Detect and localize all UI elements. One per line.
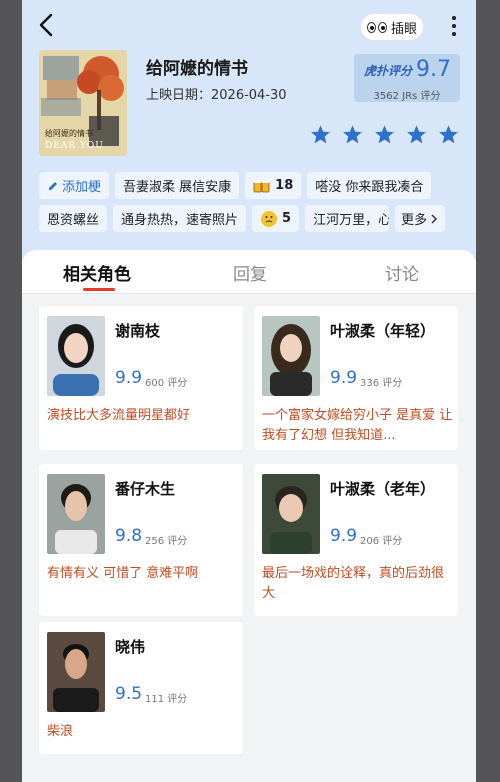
top-bar: 插眼 <box>22 0 476 48</box>
character-card[interactable]: 叶淑柔（年轻） 9.9 336 评分 一个富家女嫁给穷小子 是真爱 让我有了幻想… <box>254 306 458 450</box>
meme-reaction-tag[interactable]: 18 <box>245 172 302 199</box>
meme-tag-label: 嗒没 你来跟我凑合 <box>315 180 424 195</box>
character-name: 叶淑柔（年轻） <box>330 322 436 340</box>
meme-tag[interactable]: 通身热热，速寄照片 <box>113 205 247 232</box>
character-score: 9.9 <box>115 368 143 388</box>
character-grid: 谢南枝 9.9 600 评分 演技比大多流量明星都好 叶淑柔（年轻） 9.9 3… <box>22 294 476 782</box>
poster-art: 给阿嬷的情书 DEAR YOU <box>39 50 127 156</box>
tab-replies[interactable]: 回复 <box>233 260 267 285</box>
character-card[interactable]: 番仔木生 9.8 256 评分 有情有义 可惜了 意难平啊 <box>39 464 243 616</box>
add-meme-label: 添加梗 <box>62 180 102 195</box>
character-name: 番仔木生 <box>115 480 176 498</box>
character-card[interactable]: 晓伟 9.5 111 评分 柴浪 <box>39 622 243 754</box>
character-score: 9.9 <box>330 526 358 546</box>
reaction-count: 5 <box>282 211 292 226</box>
release-date: 上映日期：2026-04-30 <box>146 88 287 103</box>
tab-characters[interactable]: 相关角色 <box>63 260 131 285</box>
tag-row: 恩资螺丝 通身热热，速寄照片 5 江河万里，心 更多 <box>39 205 476 232</box>
movie-title: 给阿嬷的情书 <box>146 59 248 79</box>
thinking-emoji-icon <box>261 210 278 227</box>
star-icon <box>407 125 426 144</box>
poster-caption: DEAR YOU <box>45 141 104 151</box>
star-icon <box>439 125 458 144</box>
star-rating <box>310 124 459 145</box>
character-quote: 最后一场戏的诠释，真的后劲很大 <box>262 566 445 601</box>
meme-tag[interactable]: 吾妻淑柔 展信安康 <box>115 172 240 199</box>
tab-bar: 相关角色 回复 讨论 <box>22 250 476 294</box>
character-card[interactable]: 谢南枝 9.9 600 评分 演技比大多流量明星都好 <box>39 306 243 450</box>
character-photo <box>262 474 320 554</box>
character-rating-count: 111 评分 <box>145 694 188 705</box>
score-count: 3562 JRs 评分 <box>373 91 441 102</box>
active-tab-indicator <box>83 288 115 291</box>
character-rating-count: 206 评分 <box>360 536 403 547</box>
character-photo <box>47 474 105 554</box>
svg-text:给阿嬷的情书: 给阿嬷的情书 <box>45 128 93 138</box>
character-quote: 演技比大多流量明星都好 <box>47 408 191 423</box>
left-background <box>0 0 22 782</box>
meme-tag[interactable]: 江河万里，心 <box>305 205 390 232</box>
more-options-icon[interactable] <box>446 14 462 38</box>
character-score: 9.8 <box>115 526 143 546</box>
star-icon <box>311 125 330 144</box>
character-name: 晓伟 <box>115 638 146 656</box>
meme-reaction-tag[interactable]: 5 <box>252 205 300 232</box>
overall-score: 9.7 <box>416 57 451 82</box>
character-card[interactable]: 叶淑柔（老年） 9.9 206 评分 最后一场戏的诠释，真的后劲很大 <box>254 464 458 616</box>
character-photo <box>47 316 105 396</box>
meme-tag-label: 吾妻淑柔 展信安康 <box>123 180 232 195</box>
score-box[interactable]: 虎扑评分 9.7 3562 JRs 评分 <box>354 54 460 102</box>
meme-tag-label: 江河万里，心 <box>313 213 390 228</box>
character-rating-count: 600 评分 <box>145 378 188 389</box>
character-rating-count: 256 评分 <box>145 536 188 547</box>
pencil-icon <box>49 181 57 190</box>
more-tags-label: 更多 <box>401 213 428 228</box>
chevron-right-icon <box>431 213 438 224</box>
character-quote: 一个富家女嫁给穷小子 是真爱 让我有了幻想 但我知道... <box>262 408 453 443</box>
cheers-emoji-icon <box>253 179 270 192</box>
character-quote: 柴浪 <box>47 724 74 739</box>
character-score: 9.9 <box>330 368 358 388</box>
bookmark-eye-button[interactable]: 插眼 <box>361 14 423 40</box>
add-meme-button[interactable]: 添加梗 <box>39 172 110 199</box>
meme-tags: 添加梗 吾妻淑柔 展信安康 18 嗒没 你来跟我凑合 恩资螺丝 通身热热，速寄照… <box>39 172 476 238</box>
star-icon <box>343 125 362 144</box>
character-name: 谢南枝 <box>115 322 161 340</box>
meme-tag-label: 通身热热，速寄照片 <box>121 213 239 228</box>
meme-tag-label: 恩资螺丝 <box>47 213 100 228</box>
eye-button-label: 插眼 <box>390 21 417 37</box>
meme-tag[interactable]: 恩资螺丝 <box>39 205 108 232</box>
character-photo <box>47 632 105 712</box>
character-rating-count: 336 评分 <box>360 378 403 389</box>
right-background <box>476 0 500 782</box>
character-name: 叶淑柔（老年） <box>330 480 436 498</box>
reaction-count: 18 <box>275 178 294 193</box>
eyes-icon <box>366 21 387 33</box>
hupu-score-logo: 虎扑评分 <box>364 64 413 78</box>
meme-tag[interactable]: 嗒没 你来跟我凑合 <box>307 172 432 199</box>
more-tags-button[interactable]: 更多 <box>395 205 446 232</box>
movie-poster[interactable]: 给阿嬷的情书 DEAR YOU <box>39 50 127 156</box>
back-arrow-icon[interactable] <box>36 12 58 38</box>
character-quote: 有情有义 可惜了 意难平啊 <box>47 566 199 581</box>
movie-detail-screen: 插眼 给阿嬷的情书 DEAR YOU 给阿嬷的情书 上映日期：2026-04-3… <box>22 0 476 782</box>
tag-row: 添加梗 吾妻淑柔 展信安康 18 嗒没 你来跟我凑合 <box>39 172 476 199</box>
content-card: 相关角色 回复 讨论 谢南枝 9.9 600 评分 演技比大多流量明星都好 叶淑… <box>22 250 476 782</box>
star-icon <box>375 125 394 144</box>
character-photo <box>262 316 320 396</box>
tab-discussion[interactable]: 讨论 <box>385 260 419 285</box>
character-score: 9.5 <box>115 684 143 704</box>
